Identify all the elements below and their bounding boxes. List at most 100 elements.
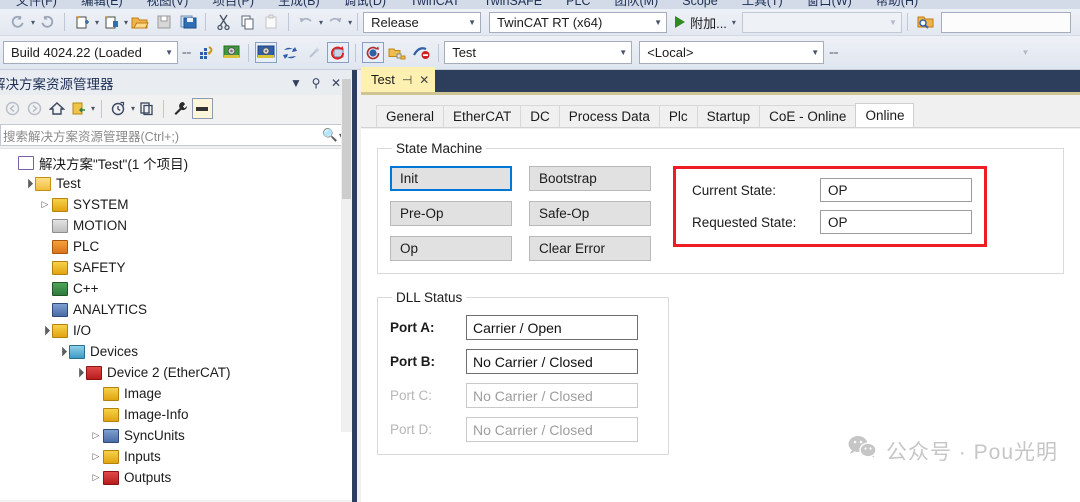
new-project-icon[interactable] — [71, 12, 93, 33]
process-combo[interactable]: ▼ — [741, 11, 902, 33]
tree-node-motion[interactable]: · MOTION — [0, 215, 352, 236]
navigate-back-icon[interactable] — [7, 12, 29, 33]
configuration-combo[interactable]: Release ▼ — [363, 11, 482, 33]
menu-item-11[interactable]: 工具(T) — [730, 0, 795, 9]
menu-item-9[interactable]: 团队(M) — [602, 0, 670, 9]
tab-process-data[interactable]: Process Data — [558, 105, 660, 127]
tree-node-syncunits[interactable]: ▷ SyncUnits — [0, 425, 352, 446]
tree-node-devices[interactable]: ◢ Devices — [0, 341, 352, 362]
save-icon[interactable] — [153, 12, 175, 33]
navigate-back-dropdown-icon[interactable]: ▾ — [31, 18, 35, 27]
redo-dropdown-icon[interactable]: ▾ — [348, 18, 352, 27]
state-button-pre-op[interactable]: Pre-Op — [390, 201, 512, 226]
tree-node-analytics[interactable]: · ANALYTICS — [0, 299, 352, 320]
tree-node-i-o[interactable]: ◢ I/O — [0, 320, 352, 341]
search-folder-icon[interactable] — [914, 12, 936, 33]
choose-target-icon[interactable] — [362, 42, 385, 63]
undo-icon[interactable] — [295, 12, 317, 33]
tab-plc[interactable]: Plc — [658, 105, 698, 127]
menu-item-8[interactable]: PLC — [554, 0, 602, 9]
tree-node-plc[interactable]: · PLC — [0, 236, 352, 257]
back-icon[interactable] — [2, 98, 23, 119]
tree-node-image[interactable]: · Image — [0, 383, 352, 404]
state-button-init[interactable]: Init — [390, 166, 512, 191]
tree-node-inputs[interactable]: ▷ Inputs — [0, 446, 352, 467]
restart-twincat-config-icon[interactable] — [220, 42, 242, 63]
search-input[interactable]: 搜索解决方案资源管理器(Ctrl+;) — [3, 126, 322, 145]
toolbar-spare-combo[interactable]: ▼ — [843, 41, 1033, 64]
state-button-clear-error[interactable]: Clear Error — [529, 236, 651, 261]
tree-node-image-info[interactable]: · Image-Info — [0, 404, 352, 425]
expand-arrow-icon[interactable]: ▷ — [89, 451, 103, 462]
menu-item-13[interactable]: 帮助(H) — [864, 0, 930, 9]
menu-item-7[interactable]: TwinSAFE — [472, 0, 554, 9]
navigate-forward-icon[interactable] — [36, 12, 58, 33]
new-project-dropdown-icon[interactable]: ▾ — [95, 18, 99, 27]
target-system-combo[interactable]: <Local> ▼ — [639, 41, 825, 64]
new-item-dropdown-icon[interactable]: ▾ — [124, 18, 128, 27]
tree-node-c-[interactable]: · C++ — [0, 278, 352, 299]
tree-node-safety[interactable]: · SAFETY — [0, 257, 352, 278]
scrollbar-thumb[interactable] — [342, 79, 351, 199]
menu-item-0[interactable]: 文件(F) — [4, 0, 69, 9]
menu-item-10[interactable]: Scope — [670, 0, 729, 9]
start-debug-icon[interactable] — [675, 16, 686, 28]
pin-icon[interactable]: ⚲ — [306, 76, 326, 90]
cut-icon[interactable] — [212, 12, 234, 33]
tab-online[interactable]: Online — [855, 103, 915, 127]
tab-dc[interactable]: DC — [520, 105, 560, 127]
properties-icon[interactable] — [170, 98, 191, 119]
home-icon[interactable] — [46, 98, 67, 119]
target-project-combo[interactable]: Test ▼ — [444, 41, 633, 64]
preview-selected-items-icon[interactable] — [192, 98, 214, 119]
copy-icon[interactable] — [236, 12, 258, 33]
menu-item-1[interactable]: 编辑(E) — [69, 0, 135, 9]
menu-item-6[interactable]: TwinCAT — [398, 0, 472, 9]
tab-coe-online[interactable]: CoE - Online — [759, 105, 857, 127]
save-all-icon[interactable] — [177, 12, 199, 33]
sync-dropdown-icon[interactable]: ▾ — [91, 104, 95, 113]
menu-item-2[interactable]: 视图(V) — [135, 0, 201, 9]
expand-arrow-icon[interactable]: ▷ — [89, 430, 103, 441]
show-online-data-icon[interactable] — [327, 42, 350, 63]
menu-item-5[interactable]: 调试(D) — [332, 0, 398, 9]
reload-devices-icon[interactable] — [279, 42, 301, 63]
expand-arrow-icon[interactable]: ▷ — [89, 472, 103, 483]
magnifier-icon[interactable]: 🔍 — [322, 128, 338, 143]
tab-general[interactable]: General — [376, 105, 445, 127]
new-item-icon[interactable] — [100, 12, 122, 33]
tree-node-system[interactable]: ▷ SYSTEM — [0, 194, 352, 215]
menu-item-12[interactable]: 窗口(W) — [795, 0, 864, 9]
disconnect-icon[interactable] — [410, 42, 432, 63]
pending-changes-icon[interactable] — [108, 98, 129, 119]
activate-config-icon[interactable] — [196, 42, 218, 63]
tab-startup[interactable]: Startup — [696, 105, 761, 127]
tab-ethercat[interactable]: EtherCAT — [443, 105, 522, 127]
state-button-op[interactable]: Op — [390, 236, 512, 261]
tree-node-test[interactable]: ◢ Test — [0, 173, 352, 194]
paste-icon[interactable] — [260, 12, 282, 33]
panel-dropdown-icon[interactable]: ▼ — [286, 76, 306, 90]
state-button-safe-op[interactable]: Safe-Op — [529, 201, 651, 226]
pending-changes-dropdown-icon[interactable]: ▾ — [131, 104, 135, 113]
toolbar-overflow-icon[interactable]: ⩵ — [829, 48, 838, 58]
toggle-free-run-icon[interactable] — [303, 42, 325, 63]
close-icon[interactable]: ✕ — [419, 73, 429, 87]
platform-combo[interactable]: TwinCAT RT (x64) ▼ — [489, 11, 668, 33]
refresh-icon[interactable] — [136, 98, 157, 119]
sync-with-active-document-icon[interactable] — [68, 98, 89, 119]
attach-dropdown-icon[interactable]: ▾ — [732, 18, 736, 27]
solution-tree[interactable]: · 解决方案"Test"(1 个项目)◢Test ▷ SYSTEM · MOTION · PL… — [0, 148, 352, 500]
redo-icon[interactable] — [324, 12, 346, 33]
pin-icon[interactable]: ⊣ — [402, 73, 412, 87]
forward-icon[interactable] — [24, 98, 45, 119]
toolbar-overflow-icon[interactable]: ⩵ — [182, 48, 191, 58]
menu-item-4[interactable]: 生成(B) — [266, 0, 332, 9]
open-file-icon[interactable] — [129, 12, 151, 33]
scan-devices-icon[interactable] — [386, 42, 408, 63]
document-tab-test[interactable]: Test ⊣ ✕ — [361, 67, 436, 92]
restart-twincat-run-icon[interactable] — [255, 42, 278, 63]
solution-explorer-scrollbar[interactable] — [341, 79, 352, 432]
undo-dropdown-icon[interactable]: ▾ — [319, 18, 323, 27]
menu-item-3[interactable]: 项目(P) — [200, 0, 266, 9]
